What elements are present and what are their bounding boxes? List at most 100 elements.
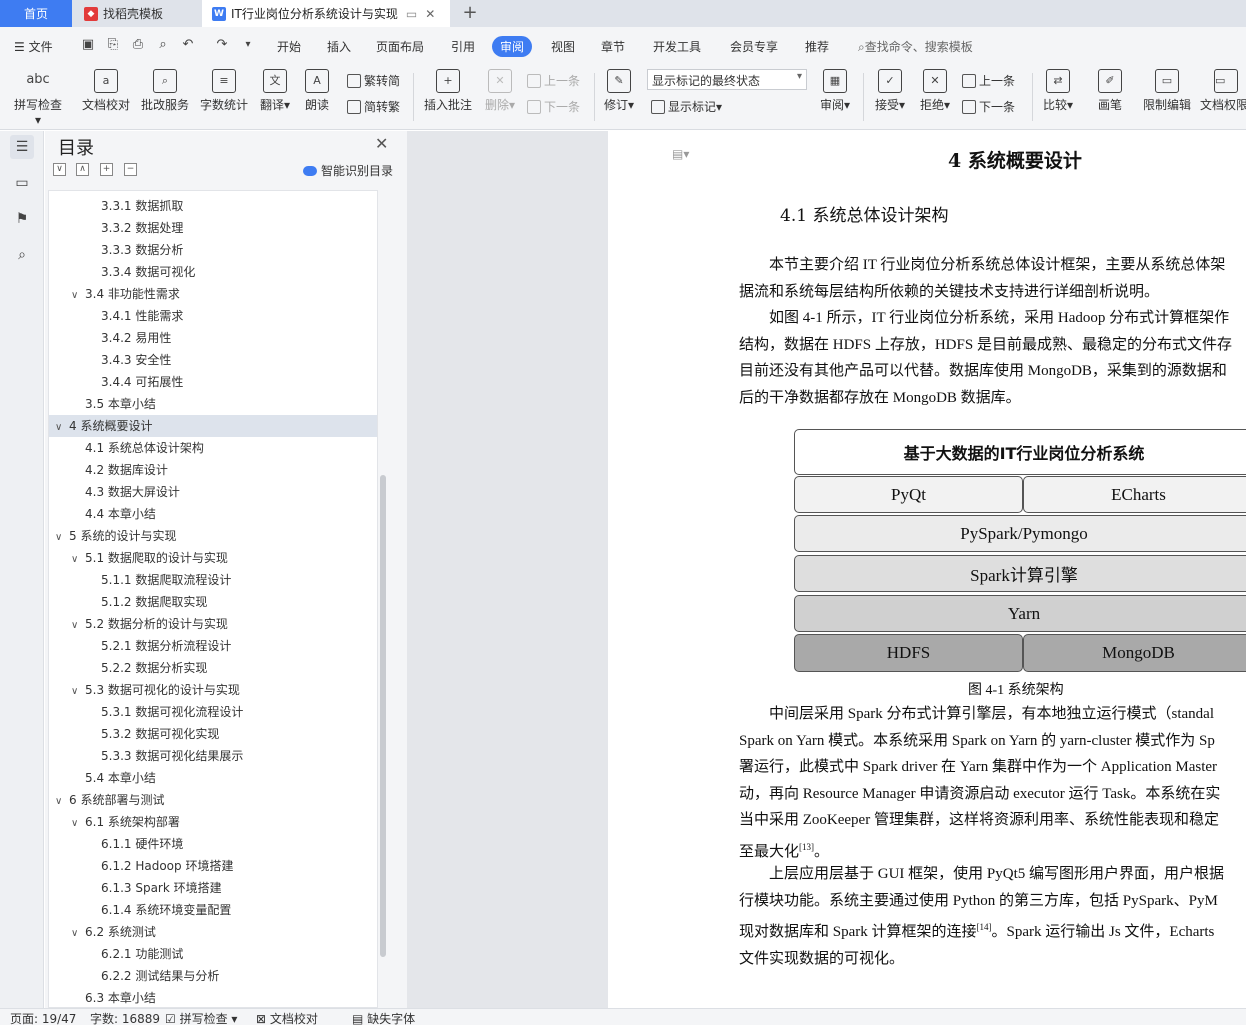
- tab-document[interactable]: W IT行业岗位分析系统设计与实现 ▭ ✕: [202, 0, 450, 27]
- toc-item[interactable]: 5.1.1 数据爬取流程设计: [49, 569, 377, 591]
- chapter-nav-icon[interactable]: ▭: [10, 171, 34, 195]
- command-search[interactable]: ⌕查找命令、搜索模板: [858, 38, 973, 55]
- toc-item[interactable]: 5.3.2 数据可视化实现: [49, 723, 377, 745]
- chevron-down-icon[interactable]: ∨: [71, 549, 85, 571]
- toc-item[interactable]: 5.2.1 数据分析流程设计: [49, 635, 377, 657]
- simp-to-trad-button[interactable]: 简转繁: [347, 98, 400, 115]
- menu-chapter[interactable]: 章节: [601, 38, 625, 55]
- word-count-button[interactable]: ≡ 字数统计: [199, 69, 249, 113]
- toc-item[interactable]: 4.4 本章小结: [49, 503, 377, 525]
- batch-service-button[interactable]: ⌕ 批改服务: [140, 69, 190, 113]
- prev-comment-button[interactable]: 上一条: [527, 72, 580, 89]
- search-icon[interactable]: ⌕: [10, 243, 34, 267]
- chevron-down-icon[interactable]: ∨: [71, 923, 85, 945]
- page-options-icon[interactable]: ▤▾: [672, 147, 689, 161]
- toc-item[interactable]: ∨ 5 系统的设计与实现: [49, 525, 377, 549]
- toc-item[interactable]: 5.3.3 数据可视化结果展示: [49, 745, 377, 767]
- expand-up-icon[interactable]: ∧: [76, 163, 89, 176]
- pen-button[interactable]: ✐ 画笔: [1093, 69, 1127, 113]
- chevron-down-icon[interactable]: ∨: [55, 417, 69, 439]
- tab-template[interactable]: ◆ 找稻壳模板: [74, 0, 200, 27]
- next-comment-button[interactable]: 下一条: [527, 98, 580, 115]
- revise-button[interactable]: ✎ 修订▾: [601, 69, 637, 113]
- toc-item[interactable]: ∨ 5.2 数据分析的设计与实现: [49, 613, 377, 637]
- document-page[interactable]: ▤▾ 4 系统概要设计 4.1 系统总体设计架构 本节主要介绍 IT 行业岗位分…: [608, 131, 1246, 1008]
- page-indicator[interactable]: 页面: 19/47: [10, 1010, 76, 1027]
- missing-font-status[interactable]: ▤ 缺失字体: [352, 1010, 415, 1027]
- tab-home[interactable]: 首页: [0, 0, 72, 27]
- add-icon[interactable]: +: [100, 163, 113, 176]
- translate-button[interactable]: 文翻译▾: [257, 69, 293, 113]
- accept-button[interactable]: ✓ 接受▾: [872, 69, 908, 113]
- menu-developer[interactable]: 开发工具: [653, 38, 701, 55]
- insert-comment-button[interactable]: + 插入批注: [422, 69, 474, 113]
- toc-item[interactable]: 3.4.3 安全性: [49, 349, 377, 371]
- redo-icon[interactable]: ↷: [214, 37, 230, 53]
- toc-item[interactable]: 6.3 本章小结: [49, 987, 377, 1007]
- toc-item[interactable]: 6.1.3 Spark 环境搭建: [49, 877, 377, 899]
- menu-file[interactable]: ☰ 文件: [14, 38, 53, 55]
- menu-view[interactable]: 视图: [551, 38, 575, 55]
- compare-button[interactable]: ⇄ 比较▾: [1040, 69, 1076, 113]
- proofread-status[interactable]: ⊠ 文档校对: [256, 1010, 318, 1027]
- markup-state-select[interactable]: 显示标记的最终状态: [647, 69, 807, 90]
- toc-item[interactable]: 3.3.4 数据可视化: [49, 261, 377, 283]
- toc-item[interactable]: 3.4.2 易用性: [49, 327, 377, 349]
- toc-item[interactable]: 6.2.2 测试结果与分析: [49, 965, 377, 987]
- toc-item[interactable]: 5.4 本章小结: [49, 767, 377, 789]
- toc-item[interactable]: 3.3.3 数据分析: [49, 239, 377, 261]
- smart-toc-button[interactable]: 智能识别目录: [303, 162, 393, 179]
- read-aloud-button[interactable]: A 朗读: [302, 69, 332, 113]
- chevron-down-icon[interactable]: ∨: [71, 681, 85, 703]
- restrict-edit-button[interactable]: ▭ 限制编辑: [1141, 69, 1193, 113]
- delete-comment-button[interactable]: ✕ 删除▾: [482, 69, 518, 113]
- chevron-down-icon[interactable]: ∨: [55, 527, 69, 549]
- toc-item[interactable]: ∨ 4 系统概要设计: [49, 415, 377, 439]
- toc-item[interactable]: 3.5 本章小结: [49, 393, 377, 415]
- close-icon[interactable]: ✕: [375, 134, 388, 153]
- chevron-down-icon[interactable]: ∨: [71, 615, 85, 637]
- toc-item[interactable]: 3.3.1 数据抓取: [49, 195, 377, 217]
- tab-monitor-icon[interactable]: ▭: [406, 7, 417, 21]
- word-count-indicator[interactable]: 字数: 16889: [90, 1010, 160, 1027]
- spellcheck-button[interactable]: abc 拼写检查▾: [12, 69, 64, 127]
- toc-item[interactable]: 6.1.2 Hadoop 环境搭建: [49, 855, 377, 877]
- menu-member[interactable]: 会员专享: [730, 38, 778, 55]
- toc-item[interactable]: 4.2 数据库设计: [49, 459, 377, 481]
- show-markup-button[interactable]: 显示标记 ▾: [651, 98, 722, 115]
- export-pdf-icon[interactable]: ⎘: [105, 37, 121, 53]
- menu-references[interactable]: 引用: [451, 38, 475, 55]
- new-tab-button[interactable]: +: [458, 2, 482, 24]
- toc-item[interactable]: 6.1.1 硬件环境: [49, 833, 377, 855]
- trad-to-simp-button[interactable]: 繁转简: [347, 72, 400, 89]
- next-change-button[interactable]: 下一条: [962, 98, 1015, 115]
- toc-item[interactable]: 3.4.1 性能需求: [49, 305, 377, 327]
- toc-item[interactable]: ∨ 6 系统部署与测试: [49, 789, 377, 813]
- toc-item[interactable]: 3.3.2 数据处理: [49, 217, 377, 239]
- doc-permission-button[interactable]: ▭ 文档权限: [1200, 69, 1246, 113]
- toc-item[interactable]: 6.2.1 功能测试: [49, 943, 377, 965]
- undo-icon[interactable]: ↶: [180, 37, 196, 53]
- print-icon[interactable]: ⎙: [130, 37, 146, 53]
- menu-page-layout[interactable]: 页面布局: [376, 38, 424, 55]
- prev-change-button[interactable]: 上一条: [962, 72, 1015, 89]
- menu-recommend[interactable]: 推荐: [805, 38, 829, 55]
- toc-item[interactable]: ∨ 5.1 数据爬取的设计与实现: [49, 547, 377, 571]
- print-preview-icon[interactable]: ⌕: [155, 37, 171, 53]
- toc-item[interactable]: ∨ 6.2 系统测试: [49, 921, 377, 945]
- review-pane-button[interactable]: ▦ 审阅▾: [817, 69, 853, 113]
- toc-item[interactable]: 5.2.2 数据分析实现: [49, 657, 377, 679]
- reject-button[interactable]: ✕ 拒绝▾: [917, 69, 953, 113]
- remove-icon[interactable]: −: [124, 163, 137, 176]
- collapse-all-icon[interactable]: ∨: [53, 163, 66, 176]
- menu-start[interactable]: 开始: [277, 38, 301, 55]
- close-icon[interactable]: ✕: [425, 7, 435, 21]
- menu-insert[interactable]: 插入: [327, 38, 351, 55]
- doc-check-button[interactable]: a 文档校对: [81, 69, 131, 113]
- chevron-down-icon[interactable]: ∨: [55, 791, 69, 813]
- spellcheck-status[interactable]: ☑ 拼写检查 ▾: [165, 1010, 237, 1027]
- toc-item[interactable]: ∨ 3.4 非功能性需求: [49, 283, 377, 305]
- toc-item[interactable]: ∨ 5.3 数据可视化的设计与实现: [49, 679, 377, 703]
- chevron-down-icon[interactable]: ▾: [240, 37, 256, 53]
- chevron-down-icon[interactable]: ∨: [71, 813, 85, 835]
